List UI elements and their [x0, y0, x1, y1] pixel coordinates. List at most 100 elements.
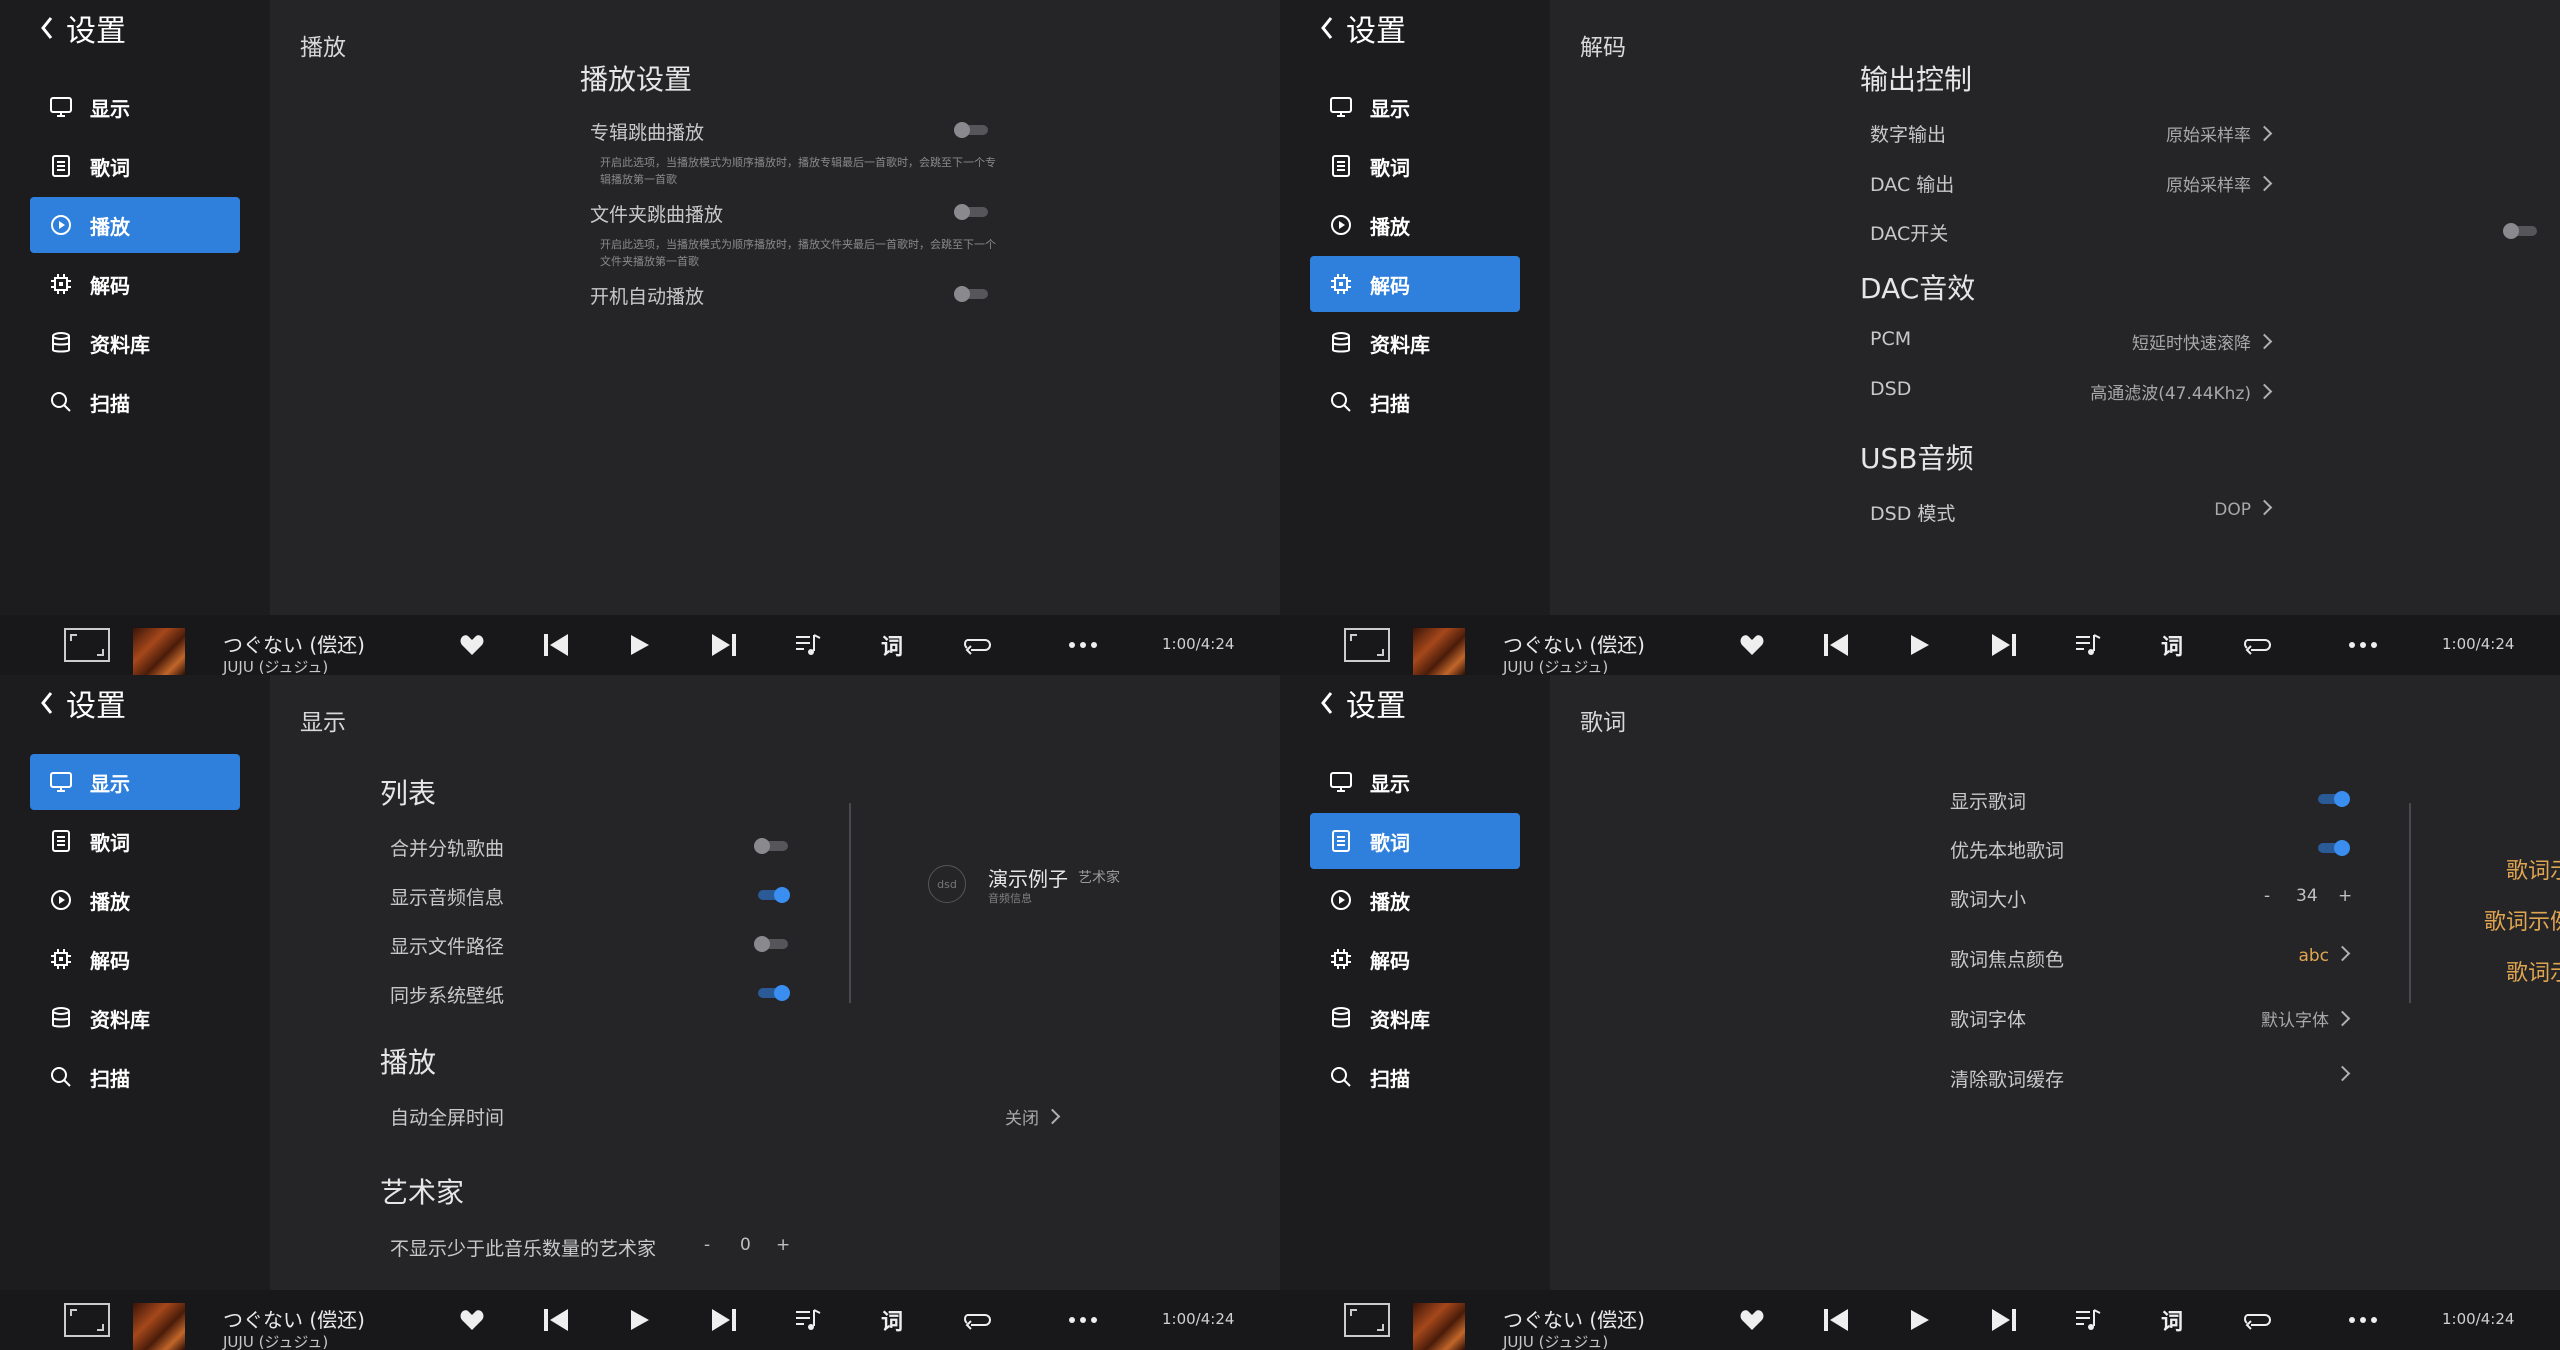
previous-icon[interactable] — [536, 1290, 576, 1350]
album-cover[interactable] — [133, 628, 185, 675]
chevron-right-icon — [2334, 1065, 2351, 1082]
show-audio-info-toggle[interactable] — [754, 887, 790, 903]
prefer-local-lyrics-toggle[interactable] — [2314, 840, 2350, 856]
fullscreen-icon[interactable] — [1342, 615, 1392, 675]
nav-item-library[interactable]: 资料库 — [1310, 990, 1520, 1046]
nav-item-decode[interactable]: 解码 — [1310, 931, 1520, 987]
nav-item-playback[interactable]: 播放 — [30, 872, 240, 928]
more-icon[interactable] — [2343, 1290, 2383, 1350]
heart-icon[interactable] — [1732, 615, 1772, 675]
dac-output-value[interactable]: 原始采样率 — [2166, 171, 2273, 196]
more-icon[interactable] — [2343, 615, 2383, 675]
next-icon[interactable] — [704, 1290, 744, 1350]
dac-switch-toggle[interactable] — [2503, 223, 2539, 239]
album-cover[interactable] — [1413, 628, 1465, 675]
nav-item-scan[interactable]: 扫描 — [30, 374, 240, 430]
nav-item-decode[interactable]: 解码 — [30, 931, 240, 987]
dsd-value[interactable]: 高通滤波(47.44Khz) — [2090, 379, 2273, 404]
pcm-value[interactable]: 短延时快速滚降 — [2132, 329, 2273, 354]
decrement-button[interactable]: - — [704, 1235, 710, 1255]
fullscreen-icon[interactable] — [62, 615, 112, 675]
back-button[interactable]: 设置 — [1320, 8, 1406, 49]
show-lyrics-toggle[interactable] — [2314, 791, 2350, 807]
focus-color-value[interactable]: abc — [2298, 945, 2351, 966]
back-button[interactable]: 设置 — [1320, 683, 1406, 724]
database-icon — [1326, 328, 1356, 358]
previous-icon[interactable] — [536, 615, 576, 675]
previous-icon[interactable] — [1816, 615, 1856, 675]
nav-item-display[interactable]: 显示 — [30, 79, 240, 135]
fullscreen-icon[interactable] — [1342, 1290, 1392, 1350]
nav-item-playback[interactable]: 播放 — [30, 197, 240, 253]
lyrics-button[interactable]: 词 — [2152, 1290, 2192, 1350]
back-button[interactable]: 设置 — [40, 683, 126, 724]
nav-item-library[interactable]: 资料库 — [1310, 315, 1520, 371]
album-cover[interactable] — [1413, 1303, 1465, 1350]
play-icon[interactable] — [1900, 1290, 1940, 1350]
playlist-icon[interactable] — [2068, 1290, 2108, 1350]
nav-item-library[interactable]: 资料库 — [30, 315, 240, 371]
font-value[interactable]: 默认字体 — [2261, 1006, 2351, 1031]
nav-item-display[interactable]: 显示 — [30, 754, 240, 810]
nav-item-library[interactable]: 资料库 — [30, 990, 240, 1046]
nav-item-decode[interactable]: 解码 — [1310, 256, 1520, 312]
nav-item-display[interactable]: 显示 — [1310, 754, 1520, 810]
play-icon[interactable] — [620, 1290, 660, 1350]
previous-icon[interactable] — [1816, 1290, 1856, 1350]
nav-item-playback[interactable]: 播放 — [1310, 197, 1520, 253]
increment-button[interactable]: + — [2338, 886, 2352, 906]
nav-item-display[interactable]: 显示 — [1310, 79, 1520, 135]
lyrics-button[interactable]: 词 — [872, 1290, 912, 1350]
preview-info: 音频信息 — [988, 892, 1032, 905]
decrement-button[interactable]: - — [2264, 886, 2270, 906]
heart-icon[interactable] — [1732, 1290, 1772, 1350]
autofs-value[interactable]: 关闭 — [1005, 1104, 1061, 1129]
play-icon[interactable] — [1900, 615, 1940, 675]
repeat-icon[interactable] — [2236, 615, 2276, 675]
lyrics-button[interactable]: 词 — [872, 615, 912, 675]
heart-icon[interactable] — [452, 615, 492, 675]
merge-tracks-toggle[interactable] — [754, 838, 790, 854]
heart-icon[interactable] — [452, 1290, 492, 1350]
dsd-mode-value[interactable]: DOP — [2214, 499, 2273, 520]
time-display: 1:00/4:24 — [2442, 635, 2515, 653]
digital-output-value[interactable]: 原始采样率 — [2166, 121, 2273, 146]
document-icon — [1326, 151, 1356, 181]
show-file-path-toggle[interactable] — [754, 936, 790, 952]
clear-cache-button[interactable] — [2329, 1065, 2351, 1086]
nav-item-scan[interactable]: 扫描 — [30, 1049, 240, 1105]
nav-item-scan[interactable]: 扫描 — [1310, 1049, 1520, 1105]
more-icon[interactable] — [1063, 1290, 1103, 1350]
playlist-icon[interactable] — [2068, 615, 2108, 675]
increment-button[interactable]: + — [776, 1235, 790, 1255]
next-icon[interactable] — [704, 615, 744, 675]
setting-value: 高通滤波(47.44Khz) — [2090, 384, 2251, 404]
album-skip-toggle[interactable] — [954, 122, 990, 138]
nav-item-scan[interactable]: 扫描 — [1310, 374, 1520, 430]
sync-wallpaper-toggle[interactable] — [754, 985, 790, 1001]
repeat-icon[interactable] — [2236, 1290, 2276, 1350]
nav-item-lyrics[interactable]: 歌词 — [1310, 138, 1520, 194]
chevron-right-icon — [2334, 945, 2351, 962]
nav-item-lyrics[interactable]: 歌词 — [30, 138, 240, 194]
more-icon[interactable] — [1063, 615, 1103, 675]
next-icon[interactable] — [1984, 615, 2024, 675]
next-icon[interactable] — [1984, 1290, 2024, 1350]
nav-label: 播放 — [1370, 214, 1410, 239]
nav-item-playback[interactable]: 播放 — [1310, 872, 1520, 928]
repeat-icon[interactable] — [956, 1290, 996, 1350]
back-button[interactable]: 设置 — [40, 8, 126, 49]
nav-item-lyrics[interactable]: 歌词 — [30, 813, 240, 869]
album-cover[interactable] — [133, 1303, 185, 1350]
play-icon[interactable] — [620, 615, 660, 675]
fullscreen-icon[interactable] — [62, 1290, 112, 1350]
playlist-icon[interactable] — [788, 615, 828, 675]
repeat-icon[interactable] — [956, 615, 996, 675]
setting-label: 显示音频信息 — [390, 887, 505, 909]
folder-skip-toggle[interactable] — [954, 204, 990, 220]
nav-item-decode[interactable]: 解码 — [30, 256, 240, 312]
playlist-icon[interactable] — [788, 1290, 828, 1350]
lyrics-button[interactable]: 词 — [2152, 615, 2192, 675]
nav-item-lyrics[interactable]: 歌词 — [1310, 813, 1520, 869]
autoplay-toggle[interactable] — [954, 286, 990, 302]
